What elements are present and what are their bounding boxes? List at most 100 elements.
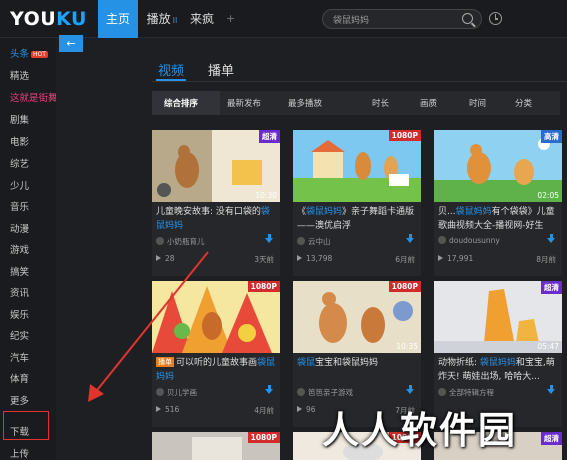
filter-bar: 综合排序 最新发布 最多播放 时长 画质 时间 分类	[152, 91, 560, 115]
duration-label: 10:35	[396, 342, 418, 351]
video-card[interactable]: 高清 02:05 贝...袋鼠妈妈有个袋袋》儿童歌曲视频大全-播视网-好生 do…	[434, 130, 562, 276]
sidebar-item-music[interactable]: 音乐	[10, 199, 29, 213]
quality-badge: 超清	[259, 130, 280, 143]
sidebar-item-featured[interactable]: 精选	[10, 68, 29, 82]
sidebar-item-upload[interactable]: 上传	[10, 446, 29, 460]
sidebar-item-sports[interactable]: 体育	[10, 371, 29, 385]
duration-label: 05:47	[537, 342, 559, 351]
tab-home-label: 主页	[105, 12, 130, 26]
add-tab-icon[interactable]: +	[226, 12, 235, 25]
download-icon[interactable]	[406, 234, 415, 244]
download-icon[interactable]	[547, 385, 556, 395]
sidebar-item-headlines[interactable]: 头条 HOT	[10, 46, 48, 60]
video-thumbnail[interactable]: 超清 05:47	[434, 281, 562, 353]
uploader[interactable]: 全部特辑方程	[438, 387, 494, 398]
search-box[interactable]	[322, 9, 482, 29]
video-thumbnail[interactable]: 1080P	[152, 432, 280, 460]
duration-label: 02:05	[537, 191, 559, 200]
play-count-icon	[156, 406, 161, 412]
avatar-icon	[156, 388, 164, 396]
sidebar-item-street-dance[interactable]: 这就是街舞	[10, 90, 58, 104]
sidebar-item-funny[interactable]: 搞笑	[10, 264, 29, 278]
playing-indicator-icon: II	[172, 16, 178, 25]
download-icon[interactable]	[265, 385, 274, 395]
video-stats: 28 3天前	[156, 254, 276, 264]
video-card[interactable]: 超清 10:30 儿童晚安故事: 没有口袋的袋鼠妈妈 小奶瓶育儿 28 3天前	[152, 130, 280, 276]
filter-duration[interactable]: 时长	[372, 97, 389, 109]
sidebar-item-anime[interactable]: 动漫	[10, 221, 29, 235]
avatar-icon	[438, 236, 446, 244]
sidebar-item-more[interactable]: 更多	[10, 393, 29, 407]
tab-play[interactable]: 播放 II	[142, 0, 182, 38]
sidebar-item-entertainment[interactable]: 娱乐	[10, 307, 29, 321]
video-card[interactable]: 1080P 播单 可以听的儿童故事画袋鼠妈妈 贝儿学画 516 4月前	[152, 281, 280, 427]
uploader[interactable]: 贝儿学画	[156, 387, 197, 398]
filter-quality[interactable]: 画质	[420, 97, 437, 109]
video-card[interactable]: 1080P	[152, 432, 280, 460]
search-icon[interactable]	[462, 13, 473, 24]
play-count-icon	[297, 255, 302, 261]
tab-home[interactable]: 主页	[98, 0, 138, 38]
filter-relevance[interactable]: 综合排序	[164, 97, 198, 109]
video-thumbnail[interactable]: 1080P	[152, 281, 280, 353]
sidebar-item-auto[interactable]: 汽车	[10, 350, 29, 364]
download-icon[interactable]	[265, 234, 274, 244]
avatar-icon	[297, 237, 305, 245]
active-tab-underline	[156, 79, 186, 81]
video-title[interactable]: 贝...袋鼠妈妈有个袋袋》儿童歌曲视频大全-播视网-好生	[438, 205, 558, 233]
play-count-icon	[156, 255, 161, 261]
playlist-tag: 播单	[156, 357, 174, 367]
video-thumbnail[interactable]: 高清 02:05	[434, 130, 562, 202]
filter-newest[interactable]: 最新发布	[227, 97, 261, 109]
tab-laifeng[interactable]: 来疯	[186, 0, 218, 38]
search-input[interactable]	[333, 12, 461, 26]
video-title[interactable]: 儿童晚安故事: 没有口袋的袋鼠妈妈	[156, 205, 276, 233]
avatar-icon	[297, 388, 305, 396]
uploader[interactable]: 云中山	[297, 236, 331, 247]
quality-badge: 超清	[541, 281, 562, 294]
video-card[interactable]: 1080P 《袋鼠妈妈》亲子舞蹈卡通版——澳优启浮 云中山 13,798 6月前	[293, 130, 421, 276]
sidebar-item-movies[interactable]: 电影	[10, 134, 29, 148]
video-thumbnail[interactable]: 1080P	[293, 130, 421, 202]
filter-most-played[interactable]: 最多播放	[288, 97, 322, 109]
tab-play-label: 播放	[146, 12, 171, 26]
video-title[interactable]: 播单 可以听的儿童故事画袋鼠妈妈	[156, 356, 276, 384]
video-title[interactable]: 《袋鼠妈妈》亲子舞蹈卡通版——澳优启浮	[297, 205, 417, 233]
sidebar-item-series[interactable]: 剧集	[10, 112, 29, 126]
history-clock-icon[interactable]	[489, 12, 502, 25]
video-stats: 17,991 8月前	[438, 254, 558, 264]
sidebar-item-documentary[interactable]: 纪实	[10, 328, 29, 342]
filter-time[interactable]: 时间	[469, 97, 486, 109]
top-bar: YOUKU 主页 播放 II 来疯 +	[0, 0, 567, 38]
hot-badge: HOT	[31, 51, 48, 58]
video-stats: 516 4月前	[156, 405, 276, 415]
quality-badge: 1080P	[247, 281, 280, 292]
avatar-icon	[156, 237, 164, 245]
download-icon[interactable]	[547, 234, 556, 244]
uploader[interactable]: 小奶瓶育儿	[156, 236, 205, 247]
video-thumbnail[interactable]: 1080P 10:35	[293, 281, 421, 353]
download-highlight-box	[3, 411, 49, 440]
filter-category[interactable]: 分类	[515, 97, 532, 109]
back-button[interactable]: ←	[59, 35, 83, 52]
sidebar-item-variety[interactable]: 综艺	[10, 156, 29, 170]
video-title[interactable]: 袋鼠宝宝和袋鼠妈妈	[297, 356, 417, 370]
video-title[interactable]: 动物折纸: 袋鼠妈妈和宝宝,萌炸天! 萌娃出场, 哈哈大...	[438, 356, 558, 384]
video-thumbnail[interactable]: 超清 10:30	[152, 130, 280, 202]
sidebar-item-news[interactable]: 资讯	[10, 285, 29, 299]
quality-badge: 1080P	[388, 130, 421, 141]
tab-playlists[interactable]: 播单	[208, 60, 234, 79]
tab-divider	[152, 81, 567, 82]
tab-laifeng-label: 来疯	[189, 12, 214, 26]
quality-badge: 1080P	[388, 281, 421, 292]
uploader[interactable]: doudousunny	[438, 236, 500, 245]
play-count-icon	[297, 406, 302, 412]
uploader[interactable]: 笆笆亲子游戏	[297, 387, 353, 398]
sidebar-item-label: 头条	[10, 49, 30, 60]
sidebar-item-kids[interactable]: 少儿	[10, 178, 29, 192]
sidebar-item-games[interactable]: 游戏	[10, 242, 29, 256]
youku-logo[interactable]: YOUKU	[10, 8, 87, 30]
logo-text-ku: KU	[56, 8, 87, 30]
tab-videos[interactable]: 视频	[158, 60, 184, 79]
download-icon[interactable]	[406, 385, 415, 395]
